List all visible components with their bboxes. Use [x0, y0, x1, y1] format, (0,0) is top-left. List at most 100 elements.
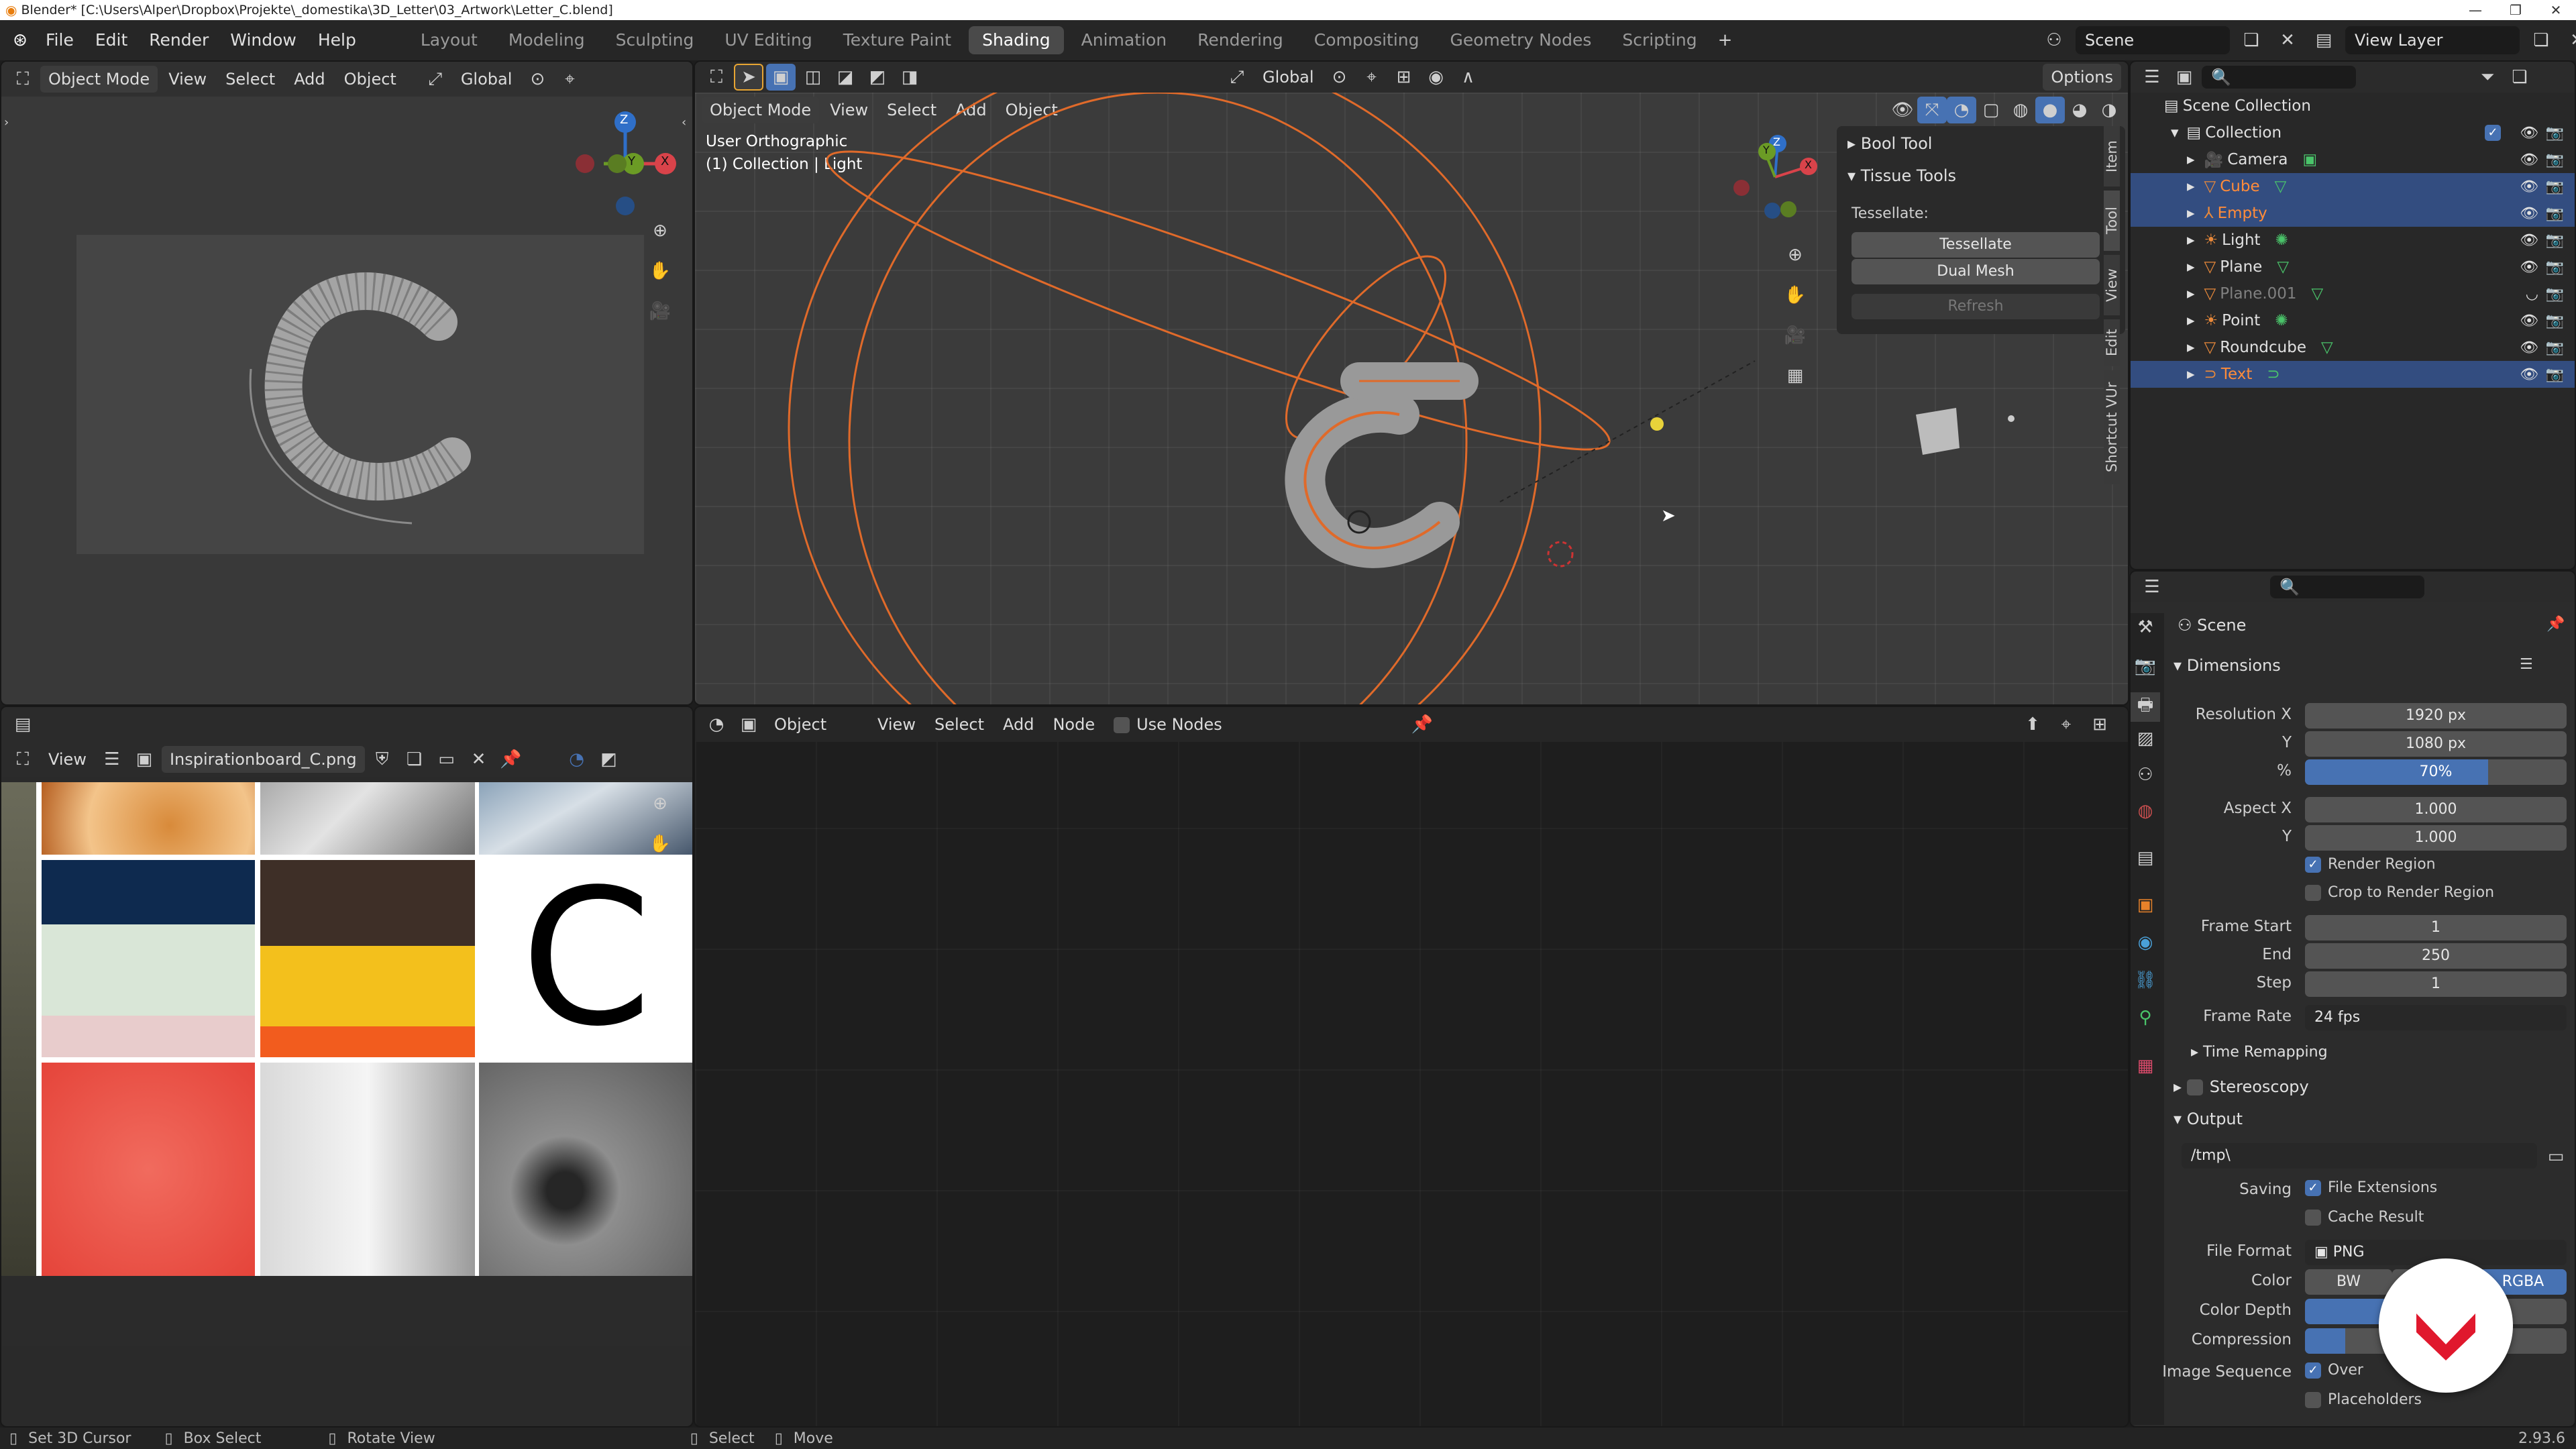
- add-menu[interactable]: Add: [995, 711, 1042, 738]
- view-menu[interactable]: View: [869, 711, 924, 738]
- orientation-selector[interactable]: Global: [1254, 64, 1322, 91]
- select-subtract-mode-icon[interactable]: ◪: [830, 64, 860, 91]
- proportional-edit-icon[interactable]: ◉: [1421, 64, 1451, 91]
- workspace-tab-compositing[interactable]: Compositing: [1301, 26, 1433, 54]
- visibility-icon[interactable]: 👁: [2520, 205, 2538, 222]
- image-editor[interactable]: ▤ ⛶ View ☰ ▣ Inspirationboard_C.png ⛨ ❏ …: [0, 706, 694, 1428]
- gizmo-neg-z-axis[interactable]: [616, 197, 635, 215]
- use-nodes-toggle[interactable]: Use Nodes: [1106, 711, 1230, 738]
- tab-edit[interactable]: Edit: [2104, 319, 2120, 366]
- open-sidebar-icon[interactable]: ‹: [682, 115, 686, 129]
- outliner[interactable]: ☰ ▣ 🔍 ⏷ ❏ ▤ Scene Collection ▾ ▤ Collectio…: [2129, 60, 2576, 570]
- visibility-icon[interactable]: ◡: [2526, 286, 2538, 303]
- view-layer-selector[interactable]: View Layer: [2345, 26, 2520, 54]
- expand-arrow-icon[interactable]: ▸: [2187, 312, 2195, 329]
- object-menu[interactable]: Object: [336, 66, 405, 93]
- outliner-item-point[interactable]: ▸ ☀ Point ✺ 👁 📷: [2131, 307, 2575, 334]
- gizmo-neg-x-axis[interactable]: [576, 154, 594, 173]
- render-region-checkbox[interactable]: ✓: [2305, 857, 2321, 873]
- outliner-item-cube[interactable]: ▸ ▽ Cube ▽ 👁 📷: [2131, 173, 2575, 200]
- overwrite-toggle[interactable]: ✓ Over: [2305, 1362, 2363, 1379]
- light-data-icon[interactable]: ✺: [2275, 312, 2288, 329]
- view-layer-tab-icon[interactable]: ▨: [2131, 729, 2160, 749]
- output-tab-icon[interactable]: 🖶: [2131, 692, 2160, 722]
- gizmo-neg-y-axis[interactable]: [1780, 201, 1796, 217]
- physics-tab-icon[interactable]: ◉: [2131, 932, 2160, 953]
- new-scene-icon[interactable]: ❏: [2237, 27, 2266, 54]
- expand-arrow-icon[interactable]: ▸: [2187, 151, 2195, 168]
- visibility-icon[interactable]: 👁: [2520, 152, 2538, 168]
- menu-window[interactable]: Window: [219, 20, 307, 60]
- output-panel[interactable]: ▾ Output: [2174, 1110, 2243, 1128]
- workspace-tab-uv-editing[interactable]: UV Editing: [711, 26, 825, 54]
- file-extensions-toggle[interactable]: ✓ File Extensions: [2305, 1179, 2437, 1196]
- fake-user-icon[interactable]: ⛨: [368, 746, 397, 773]
- scene-icon[interactable]: ⚇: [2039, 27, 2069, 54]
- mesh-data-icon[interactable]: ▽: [2321, 339, 2333, 356]
- outliner-item-text[interactable]: ▸ ⊃ Text ⊃ 👁 📷: [2131, 361, 2575, 388]
- options-dropdown[interactable]: Options: [2043, 64, 2121, 91]
- pan-hand-icon[interactable]: ✋: [645, 830, 675, 857]
- stereoscopy-checkbox[interactable]: [2186, 1079, 2203, 1095]
- workspace-tab-sculpting[interactable]: Sculpting: [602, 26, 708, 54]
- viewport-canvas[interactable]: Object Mode View Select Add Object 👁 ⤧ ◔…: [695, 93, 2128, 704]
- overlay-icon[interactable]: ◔: [562, 746, 592, 773]
- node-menu[interactable]: Node: [1044, 711, 1103, 738]
- collection-visibility-icon[interactable]: 👁: [2520, 125, 2538, 142]
- collection-tab-icon[interactable]: ▤: [2131, 848, 2160, 868]
- resolution-x-field[interactable]: 1920 px: [2305, 703, 2567, 729]
- zoom-icon[interactable]: ⊕: [1780, 241, 1810, 268]
- zoom-icon[interactable]: ⊕: [645, 217, 675, 244]
- render-toggle-icon[interactable]: 📷: [2546, 178, 2564, 195]
- filter-icon[interactable]: ⏷: [2473, 64, 2502, 91]
- outliner-scene-collection[interactable]: ▤ Scene Collection: [2131, 93, 2575, 119]
- crop-region-checkbox[interactable]: [2305, 885, 2321, 901]
- image-name-field[interactable]: Inspirationboard_C.png: [161, 746, 365, 773]
- stereoscopy-panel[interactable]: ▸ Stereoscopy: [2174, 1077, 2309, 1096]
- expand-arrow-icon[interactable]: ▸: [2187, 285, 2195, 303]
- navigation-gizmo[interactable]: Z Y X: [558, 109, 692, 223]
- frame-rate-dropdown[interactable]: 24 fps: [2305, 1005, 2567, 1030]
- expand-arrow-icon[interactable]: ▸: [2187, 231, 2195, 249]
- bool-tool-panel[interactable]: ▸ Bool Tool: [1847, 134, 1932, 153]
- workspace-tab-animation[interactable]: Animation: [1068, 26, 1180, 54]
- pin-icon[interactable]: 📌: [1407, 711, 1437, 738]
- close-button[interactable]: ✕: [2536, 0, 2576, 20]
- outliner-item-plane-001[interactable]: ▸ ▽ Plane.001 ▽ ◡ 📷: [2131, 280, 2575, 307]
- new-image-icon[interactable]: ❏: [400, 746, 429, 773]
- resolution-y-field[interactable]: 1080 px: [2305, 731, 2567, 757]
- workspace-tab-scripting[interactable]: Scripting: [1609, 26, 1710, 54]
- zoom-icon[interactable]: ⊕: [645, 790, 675, 817]
- pivot-icon[interactable]: ⊙: [523, 66, 552, 93]
- cache-result-toggle[interactable]: Cache Result: [2305, 1209, 2424, 1226]
- gizmo-neg-z-axis[interactable]: [1764, 203, 1780, 219]
- tool-tab-icon[interactable]: ⚒: [2131, 617, 2160, 637]
- tab-shortcut-vur[interactable]: Shortcut VUr: [2104, 370, 2120, 484]
- visibility-icon[interactable]: 👁: [2520, 178, 2538, 195]
- camera-data-icon[interactable]: ▣: [2302, 151, 2317, 168]
- menu-file[interactable]: File: [35, 20, 85, 60]
- pivot-icon[interactable]: ⊙: [1325, 64, 1354, 91]
- tissue-tools-panel[interactable]: ▾ Tissue Tools: [1847, 166, 1956, 185]
- render-toggle-icon[interactable]: 📷: [2546, 152, 2564, 168]
- output-path-field[interactable]: /tmp\: [2182, 1143, 2537, 1169]
- select-menu[interactable]: Select: [217, 66, 283, 93]
- mesh-data-icon[interactable]: ▽: [2312, 285, 2324, 303]
- mesh-data-icon[interactable]: ▽: [2275, 178, 2287, 195]
- aspect-y-field[interactable]: 1.000: [2305, 825, 2567, 851]
- workspace-tab-rendering[interactable]: Rendering: [1184, 26, 1297, 54]
- outliner-item-roundcube[interactable]: ▸ ▽ Roundcube ▽ 👁 📷: [2131, 334, 2575, 361]
- placeholders-checkbox[interactable]: [2305, 1392, 2321, 1408]
- collapse-toolbar-icon[interactable]: ›: [4, 115, 9, 129]
- use-nodes-checkbox[interactable]: [1114, 717, 1130, 733]
- pin-icon[interactable]: 📌: [496, 746, 526, 773]
- camera-view-icon[interactable]: 🎥: [1780, 322, 1810, 349]
- render-tab-icon[interactable]: 📷: [2131, 656, 2160, 676]
- add-workspace-icon[interactable]: +: [1711, 27, 1740, 54]
- camera-view-icon[interactable]: 🎥: [645, 298, 675, 325]
- tab-item[interactable]: Item: [2104, 126, 2120, 186]
- visibility-icon[interactable]: 👁: [2520, 232, 2538, 249]
- expand-arrow-icon[interactable]: ▸: [2187, 178, 2195, 195]
- maximize-button[interactable]: ❐: [2496, 0, 2536, 20]
- texture-tab-icon[interactable]: ▦: [2131, 1056, 2160, 1076]
